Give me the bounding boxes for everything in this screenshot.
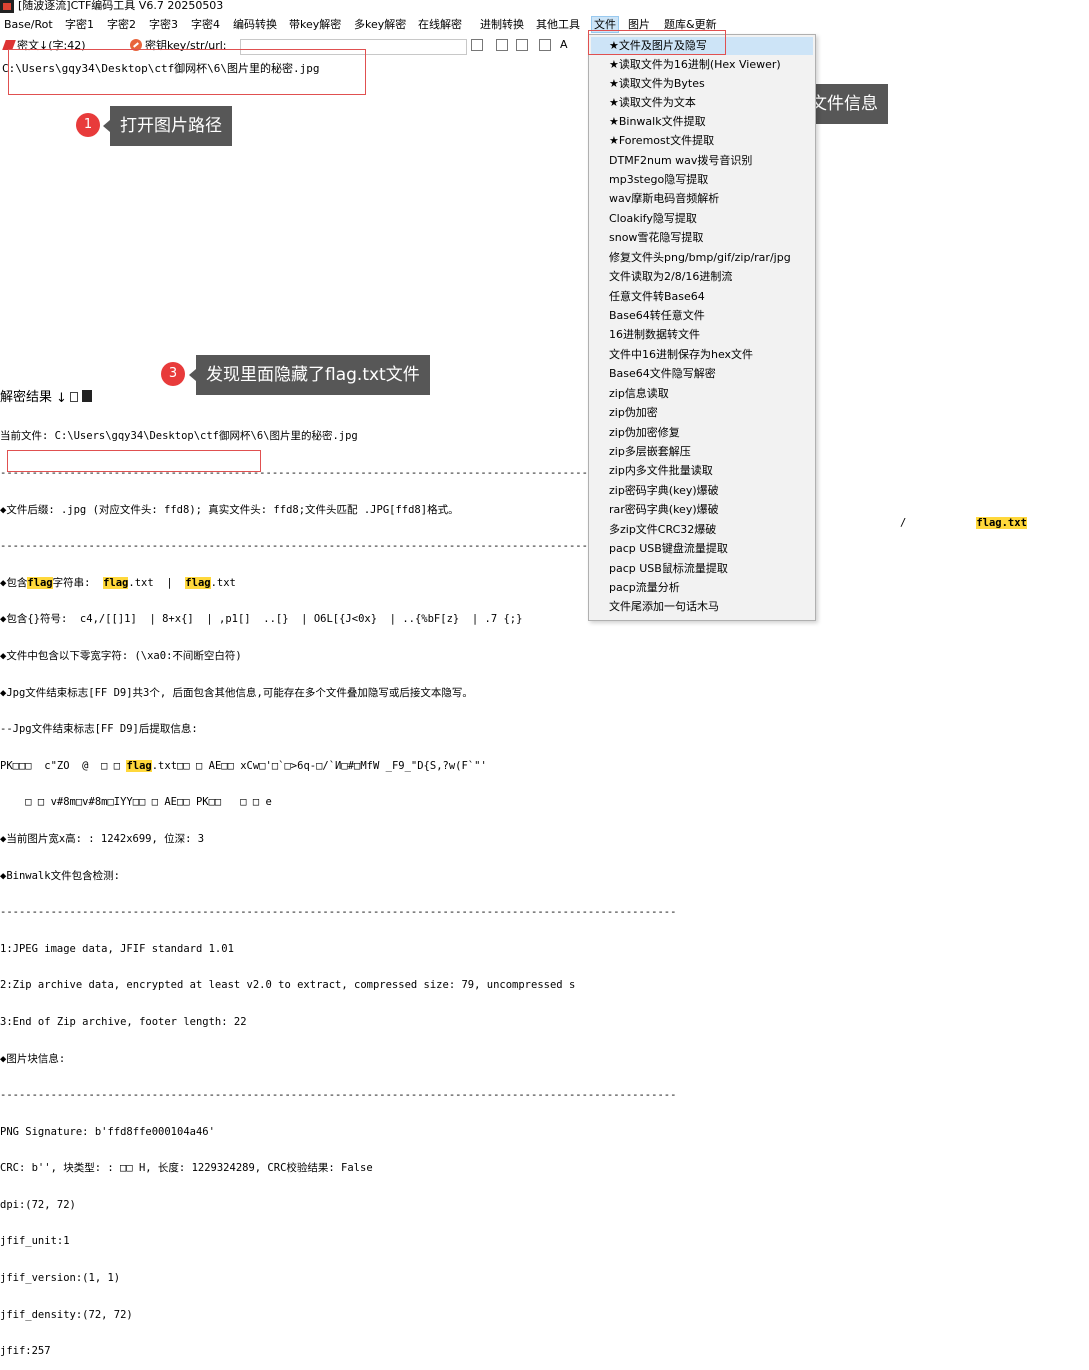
menu-item-read-stream[interactable]: 文件读取为2/8/16进制流 <box>609 268 732 286</box>
highlight-box-input <box>8 49 366 95</box>
output-line: 当前文件: C:\Users\gqy34\Desktop\ctf御网杯\6\图片… <box>0 430 358 443</box>
menu-item-zip-pseudo[interactable]: zip伪加密 <box>609 404 658 422</box>
menu-item-base64-stego[interactable]: Base64文件隐写解密 <box>609 365 716 383</box>
trailing-slash: / <box>900 517 907 529</box>
output-line: ◆文件中包含以下零宽字符: (\xa0:不间断空白符) <box>0 649 242 662</box>
output-line: □ □ v#8m□v#8m□IYY□□ □ AE□□ PK□□ □ □ e <box>0 796 272 809</box>
cursor-icon[interactable] <box>471 39 483 51</box>
menu-encoding[interactable]: 编码转换 <box>233 17 277 32</box>
output-line: jfif_unit:1 <box>0 1235 70 1248</box>
menu-item-fix-header[interactable]: 修复文件头png/bmp/gif/zip/rar/jpg <box>609 249 791 267</box>
output-line: ◆包含{}符号: c4,/[[]1] | 8+x{] | ,p1[] ..[} … <box>0 613 523 626</box>
menu-bar: Base/Rot 字密1 字密2 字密3 字密4 编码转换 带key解密 多ke… <box>0 14 1089 34</box>
step-badge-1: 1 <box>76 113 100 137</box>
flag-prefix: ◆包含flag字符串: flag.txt | flag.txt <box>0 576 236 589</box>
menu-item-webshell[interactable]: 文件尾添加一句话木马 <box>609 598 719 616</box>
callout-open-path: 打开图片路径 <box>103 106 232 146</box>
trailing-flag-text: flag.txt <box>976 517 1027 529</box>
menu-item-zip-brute[interactable]: zip密码字典(key)爆破 <box>609 482 719 500</box>
menu-item-zip-batch[interactable]: zip内多文件批量读取 <box>609 462 713 480</box>
menu-item-hex-to-file[interactable]: 16进制数据转文件 <box>609 326 700 344</box>
menu-item-snow[interactable]: snow雪花隐写提取 <box>609 229 703 247</box>
menu-zimi2[interactable]: 字密2 <box>107 17 136 32</box>
output-line: ◆文件后缀: .jpg (对应文件头: ffd8); 真实文件头: ffd8;文… <box>0 503 459 516</box>
menu-item-cloakify[interactable]: Cloakify隐写提取 <box>609 210 697 228</box>
menu-online-decrypt[interactable]: 在线解密 <box>418 17 462 32</box>
output-line: 2:Zip archive data, encrypted at least v… <box>0 979 576 992</box>
menu-base-convert[interactable]: 进制转换 <box>480 17 524 32</box>
output-line: CRC: b'', 块类型: : □□ H, 长度: 1229324289, C… <box>0 1162 373 1175</box>
menu-key-decrypt[interactable]: 带key解密 <box>289 17 341 32</box>
menu-item-foremost[interactable]: ★Foremost文件提取 <box>609 132 714 150</box>
output-separator: ----------------------------------------… <box>0 1089 677 1102</box>
menu-item-usb-keyboard[interactable]: pacp USB键盘流量提取 <box>609 540 728 558</box>
output-line: jfif_version:(1, 1) <box>0 1272 121 1285</box>
output-line: ◆Binwalk文件包含检测: <box>0 869 120 882</box>
menu-item-base64-to-file[interactable]: Base64转任意文件 <box>609 307 705 325</box>
menu-base-rot[interactable]: Base/Rot <box>4 17 53 32</box>
output-line: 3:End of Zip archive, footer length: 22 <box>0 1015 247 1028</box>
result-title: 解密结果 <box>0 390 53 405</box>
menu-item-binwalk[interactable]: ★Binwalk文件提取 <box>609 113 706 131</box>
output-line: ◆Jpg文件结束标志[FF D9]共3个, 后面包含其他信息,可能存在多个文件叠… <box>0 686 473 699</box>
callout-found-flag: 发现里面隐藏了flag.txt文件 <box>189 355 430 395</box>
output-line: jfif:257 <box>0 1345 51 1358</box>
menu-zimi1[interactable]: 字密1 <box>65 17 94 32</box>
output-separator: ----------------------------------------… <box>0 540 677 553</box>
output-separator: ----------------------------------------… <box>0 906 677 919</box>
output-line: PNG Signature: b'ffd8ffe000104a46' <box>0 1125 215 1138</box>
delete-icon[interactable] <box>496 39 508 51</box>
menu-zimi3[interactable]: 字密3 <box>149 17 178 32</box>
menu-item-usb-mouse[interactable]: pacp USB鼠标流量提取 <box>609 560 728 578</box>
output-line: dpi:(72, 72) <box>0 1198 76 1211</box>
menu-item-zip-pseudo-fix[interactable]: zip伪加密修复 <box>609 424 680 442</box>
file-menu-dropdown: ★文件及图片及隐写 ★读取文件为16进制(Hex Viewer) ★读取文件为B… <box>588 34 816 621</box>
menu-item-hex-viewer[interactable]: ★读取文件为16进制(Hex Viewer) <box>609 56 781 74</box>
step-badge-3: 3 <box>161 362 185 386</box>
calculator-icon[interactable] <box>539 39 551 51</box>
font-icon[interactable]: A <box>560 39 572 51</box>
output-line-flag: ◆包含flag字符串: flag.txt | flag.txt <box>0 576 1089 589</box>
menu-item-rar-brute[interactable]: rar密码字典(key)爆破 <box>609 501 719 519</box>
menu-other-tools[interactable]: 其他工具 <box>536 17 580 32</box>
output-line: ◆图片块信息: <box>0 1052 66 1065</box>
menu-item-read-bytes[interactable]: ★读取文件为Bytes <box>609 75 705 93</box>
output-line: 1:JPEG image data, JFIF standard 1.01 <box>0 942 234 955</box>
highlight-box-flag <box>7 450 261 472</box>
menu-item-file-to-base64[interactable]: 任意文件转Base64 <box>609 288 705 306</box>
menu-multikey-decrypt[interactable]: 多key解密 <box>354 17 406 32</box>
trash-icon[interactable] <box>70 392 79 402</box>
menu-zimi4[interactable]: 字密4 <box>191 17 220 32</box>
title-bar: [随波逐流]CTF编码工具 V6.7 20250503 <box>0 0 1089 14</box>
menu-item-wav-morse[interactable]: wav摩斯电码音频解析 <box>609 190 719 208</box>
output-line: --Jpg文件结束标志[FF D9]后提取信息: <box>0 723 198 736</box>
app-logo-icon <box>0 0 14 13</box>
menu-item-dtmf[interactable]: DTMF2num wav拨号音识别 <box>609 152 752 170</box>
menu-item-save-hex[interactable]: 文件中16进制保存为hex文件 <box>609 346 753 364</box>
menu-item-mp3stego[interactable]: mp3stego隐写提取 <box>609 171 708 189</box>
menu-item-crc32[interactable]: 多zip文件CRC32爆破 <box>609 521 716 539</box>
window-title: [随波逐流]CTF编码工具 V6.7 20250503 <box>18 0 224 12</box>
highlight-box-menu <box>588 30 726 55</box>
trailing-flag: / flag.txt <box>900 517 1027 529</box>
result-header: 解密结果 ↓ <box>0 386 93 406</box>
result-output[interactable]: 当前文件: C:\Users\gqy34\Desktop\ctf御网杯\6\图片… <box>0 406 1089 1370</box>
menu-item-zip-nested[interactable]: zip多层嵌套解压 <box>609 443 691 461</box>
down-arrow-icon[interactable]: ↓ <box>56 391 67 406</box>
copy-icon[interactable] <box>82 390 93 402</box>
output-line: jfif_density:(72, 72) <box>0 1308 133 1321</box>
window-icon[interactable] <box>516 39 528 51</box>
menu-item-read-text[interactable]: ★读取文件为文本 <box>609 94 696 112</box>
output-line-pk: PK□□□ c"ZO @ □ □ flag.txt□□ □ AE□□ xCw□'… <box>0 759 487 772</box>
output-line: ◆当前图片宽x高: : 1242x699, 位深: 3 <box>0 832 205 845</box>
menu-item-pcap-analysis[interactable]: pacp流量分析 <box>609 579 680 597</box>
menu-item-zip-info[interactable]: zip信息读取 <box>609 385 669 403</box>
